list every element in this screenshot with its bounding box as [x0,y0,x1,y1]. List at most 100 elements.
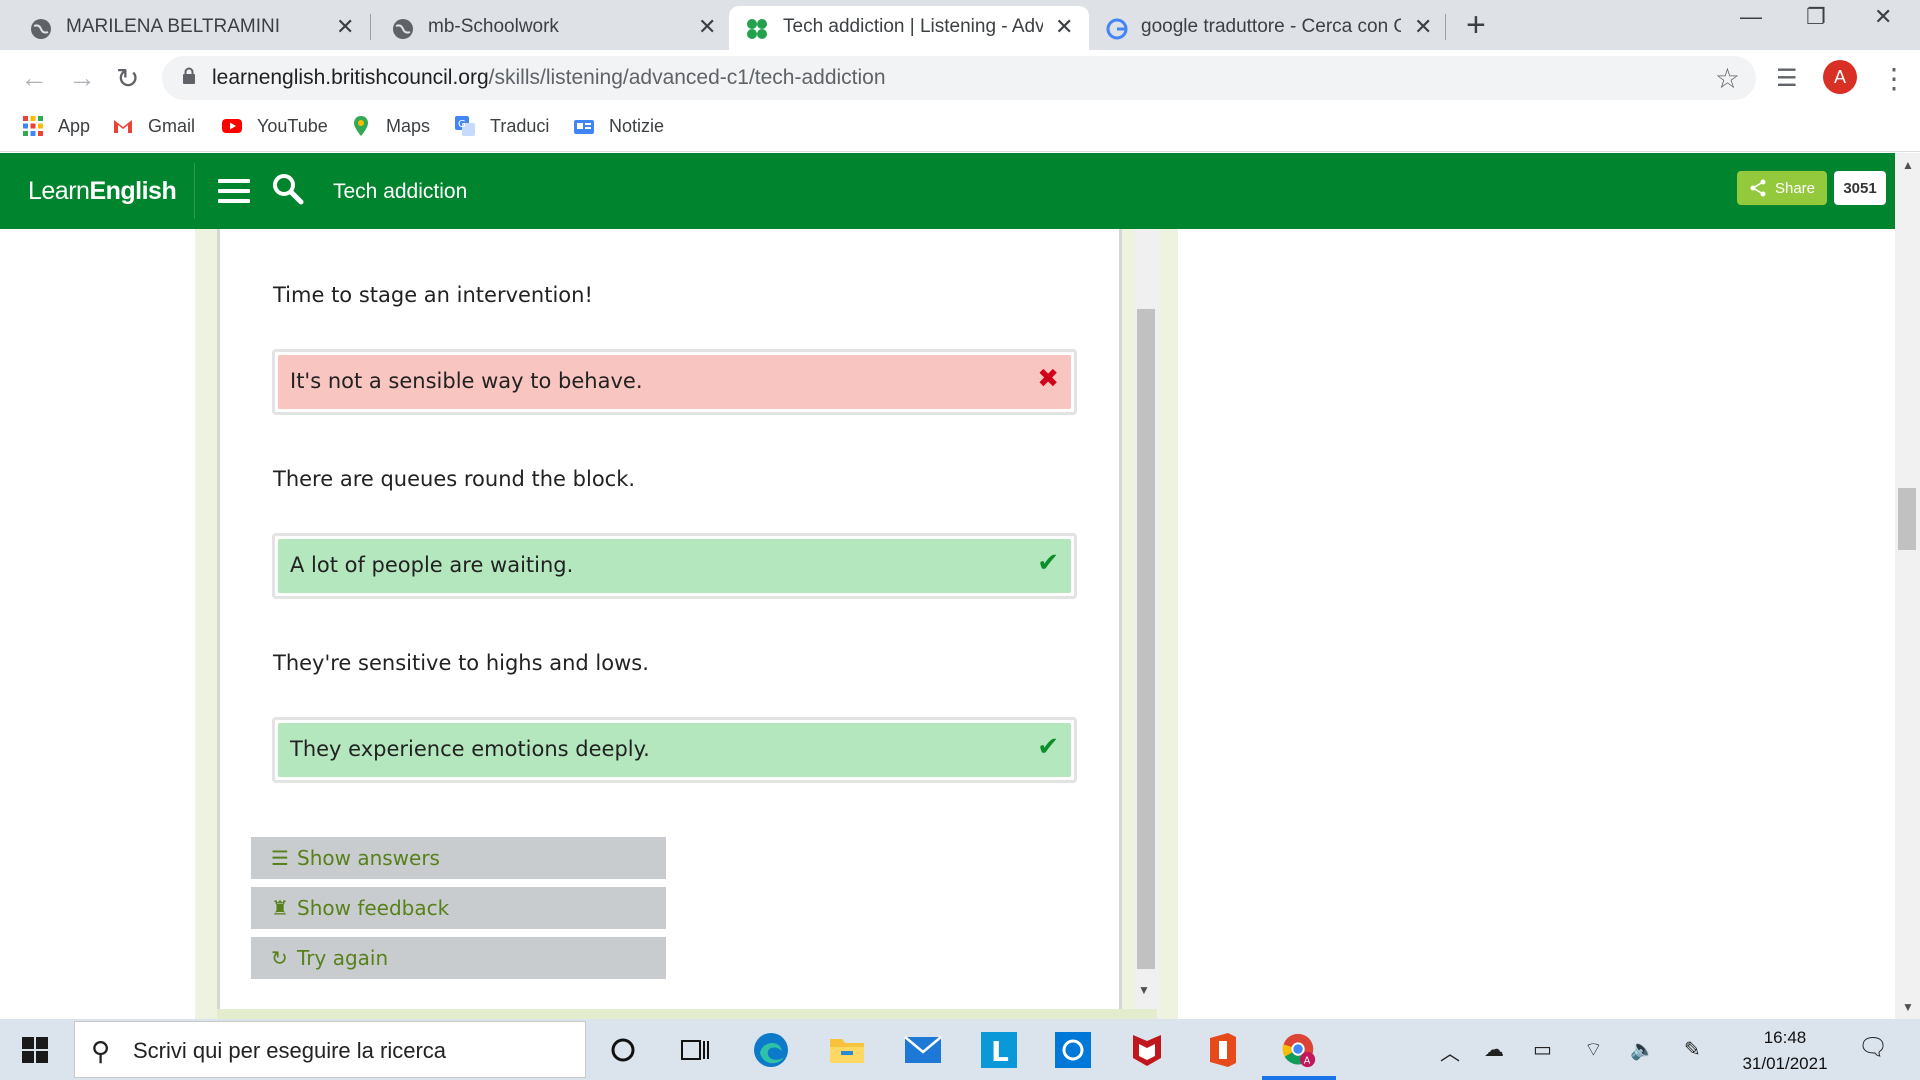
close-tab-icon[interactable]: ✕ [1055,14,1073,40]
onedrive-cloud-icon[interactable]: ☁ [1484,1037,1504,1062]
bookmark-notizie[interactable]: Notizie [573,115,664,137]
header-divider [194,163,195,219]
reload-icon[interactable]: ↻ [116,62,139,95]
taskbar-search-input[interactable]: ⚲ Scrivi qui per eseguire la ricerca [74,1021,586,1078]
close-tab-icon[interactable]: ✕ [1414,14,1432,40]
bookmark-label: App [58,115,91,136]
show-feedback-button[interactable]: ♜ Show feedback [251,887,666,929]
chevron-up-icon[interactable]: ︿ [1440,1037,1460,1066]
bookmark-maps[interactable]: Maps [350,115,430,137]
bookmark-gmail[interactable]: Gmail [112,115,195,137]
lock-icon [183,67,195,84]
answer-card-correct[interactable]: A lot of people are waiting. ✔ [278,539,1071,593]
learnenglish-logo[interactable]: LearnEnglish [28,177,177,206]
address-bar[interactable]: learnenglish.britishcouncil.org/skills/l… [162,56,1756,100]
close-tab-icon[interactable]: ✕ [336,14,354,40]
bookmark-label: Notizie [609,115,665,136]
forward-arrow-icon[interactable]: → [68,62,96,94]
tab-marilena[interactable]: MARILENA BELTRAMINI ✕ [0,6,365,50]
share-count: 3051 [1834,171,1886,205]
mail-icon[interactable] [904,1031,942,1069]
profile-avatar[interactable]: A [1823,60,1857,94]
close-window-button[interactable]: ✕ [1874,4,1892,30]
bookmark-label: Gmail [148,115,196,136]
tab-title: Tech addiction | Listening - Advar [783,16,1043,37]
share-label: Share [1774,179,1816,197]
answer-card-correct[interactable]: They experience emotions deeply. ✔ [278,723,1071,777]
panel-bottom-strip [217,1009,1157,1019]
browser-toolbar: ← → ↻ learnenglish.britishcouncil.org/sk… [0,50,1920,106]
answer-dropzone[interactable]: They experience emotions deeply. ✔ [272,717,1077,783]
page-scrollbar[interactable] [1895,153,1920,1019]
windows-start-icon[interactable] [22,1037,48,1063]
bookmark-youtube[interactable]: YouTube [221,115,328,137]
close-tab-icon[interactable]: ✕ [698,14,716,40]
clock-date: 31/01/2021 [1742,1054,1828,1073]
notification-center-icon[interactable]: 🗨 [1858,1033,1888,1062]
answer-dropzone[interactable]: It's not a sensible way to behave. ✖ [272,349,1077,415]
restore-button[interactable]: ❐ [1806,4,1826,30]
volume-icon[interactable]: 🔈 [1630,1037,1655,1062]
cortana-icon[interactable] [604,1031,642,1069]
share-button[interactable]: Share [1737,171,1827,205]
svg-text:A: A [1304,1055,1311,1066]
active-app-indicator [1262,1076,1336,1080]
news-icon [574,120,594,134]
site-header: LearnEnglish Tech addiction Share 3051 [0,153,1895,229]
apps-grid-icon [23,116,43,136]
learnenglish-icon [747,19,767,39]
scroll-down-arrow-icon[interactable]: ▼ [1902,1000,1914,1014]
maps-icon [354,116,368,136]
learning-app-icon[interactable]: L [980,1031,1018,1069]
bookmark-star-icon[interactable]: ☆ [1715,62,1740,95]
list-icon: ☰ [271,846,289,870]
answer-card-wrong[interactable]: It's not a sensible way to behave. ✖ [278,355,1071,409]
gmail-icon [114,120,132,133]
google-icon [1106,18,1128,40]
back-arrow-icon[interactable]: ← [20,62,48,94]
exercise-scrollbar-thumb[interactable] [1137,309,1155,969]
wifi-icon[interactable]: ⌔ [1584,1037,1603,1062]
battery-icon[interactable]: ▭ [1533,1037,1552,1062]
page-scrollbar-thumb[interactable] [1898,488,1916,550]
tab-tech-addiction[interactable]: Tech addiction | Listening - Advar ✕ [729,6,1089,50]
svg-text:G: G [458,119,466,130]
file-explorer-icon[interactable] [828,1031,866,1069]
new-tab-button[interactable]: + [1466,6,1486,45]
taskbar-search-placeholder: Scrivi qui per eseguire la ricerca [133,1038,447,1063]
question-text: They're sensitive to highs and lows. [273,651,649,675]
windows-taskbar: ⚲ Scrivi qui per eseguire la ricerca L A… [0,1019,1920,1080]
clock-time: 16:48 [1763,1028,1807,1047]
mcafee-icon[interactable] [1128,1031,1166,1069]
hamburger-menu-icon[interactable] [218,179,250,205]
chrome-icon[interactable]: A [1280,1031,1318,1069]
share-icon [1750,179,1766,197]
edge-icon[interactable] [752,1031,790,1069]
office-icon[interactable] [1204,1031,1242,1069]
cortana-app-icon[interactable] [1054,1031,1092,1069]
tab-google-traduttore[interactable]: google traduttore - Cerca con Gc ✕ [1096,6,1456,50]
minimize-button[interactable]: — [1740,4,1762,30]
show-answers-button[interactable]: ☰ Show answers [251,837,666,879]
globe-icon [393,19,413,39]
answer-dropzone[interactable]: A lot of people are waiting. ✔ [272,533,1077,599]
scroll-down-arrow-icon[interactable]: ▼ [1138,983,1150,997]
bookmark-app[interactable]: App [22,115,90,137]
page-title: Tech addiction [333,180,468,203]
scroll-up-arrow-icon[interactable]: ▲ [1902,158,1914,172]
answer-text: It's not a sensible way to behave. [290,369,643,393]
system-clock[interactable]: 16:48 31/01/2021 [1730,1025,1840,1077]
try-again-button[interactable]: ↻ Try again [251,937,666,979]
menu-dots-icon[interactable]: ⋮ [1880,62,1908,95]
svg-text:L: L [991,1035,1009,1068]
search-icon[interactable] [272,173,304,205]
bookmark-traduci[interactable]: G Traduci [454,115,549,137]
question-text: There are queues round the block. [273,467,636,491]
youtube-icon [222,119,242,133]
pen-icon[interactable]: ✎ [1684,1037,1701,1062]
tab-schoolwork[interactable]: mb-Schoolwork ✕ [362,6,727,50]
answer-text: A lot of people are waiting. [290,553,574,577]
task-view-icon[interactable] [676,1031,714,1069]
bookmarks-bar: App Gmail YouTube Maps G Traduci Notizie [0,106,1920,152]
media-queue-icon[interactable]: ☰ [1776,64,1798,93]
